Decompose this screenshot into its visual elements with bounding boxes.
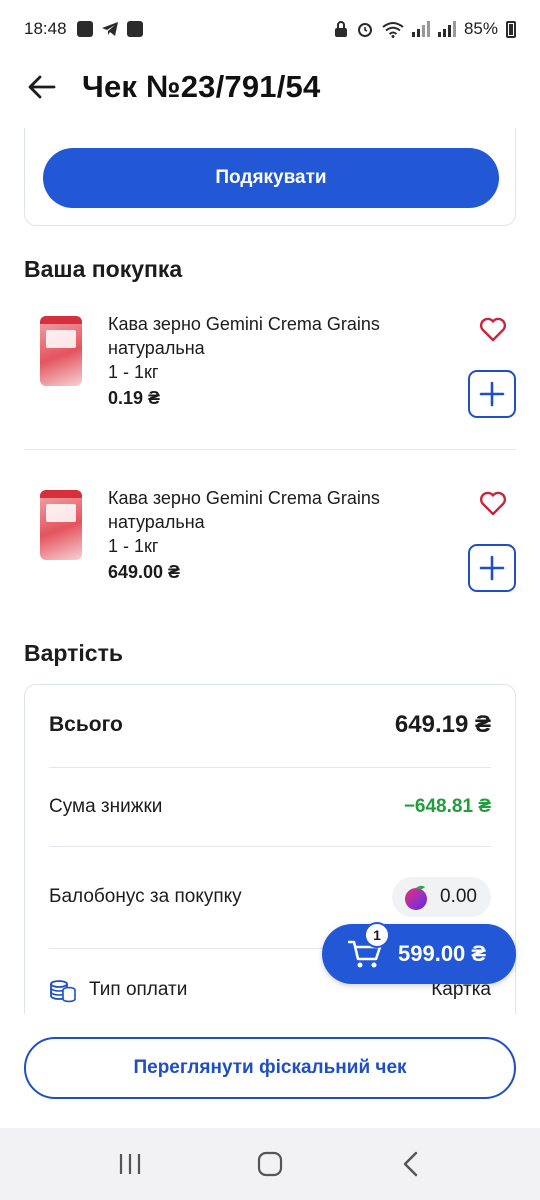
battery-percent: 85%	[463, 19, 498, 38]
product-item[interactable]: Кава зерно Gemini Crema Grains натуральн…	[24, 312, 516, 452]
checkbox-icon	[126, 21, 143, 37]
status-bar: 18:48 85%	[0, 0, 540, 58]
cart-count-badge: 1	[364, 922, 390, 948]
thank-button[interactable]: Подякувати	[43, 148, 499, 208]
cart-button[interactable]: 599.00 ₴	[322, 924, 516, 984]
bonus-row: Балобонус за покупку 0.00	[49, 873, 491, 921]
product-image	[40, 490, 82, 560]
bonus-label: Балобонус за покупку	[49, 886, 242, 907]
purchase-section-title: Ваша покупка	[24, 256, 183, 282]
signal-icon	[411, 21, 430, 37]
payment-label-group: Тип оплати	[49, 976, 187, 1004]
system-navigation-bar	[0, 1128, 540, 1200]
discount-row: Сума знижки −648.81 ₴	[49, 787, 491, 827]
product-quantity: 1 - 1кг	[108, 362, 159, 382]
back-icon[interactable]	[388, 1142, 432, 1186]
heart-icon[interactable]	[478, 488, 508, 518]
home-icon[interactable]	[248, 1142, 292, 1186]
total-label: Всього	[49, 713, 123, 736]
payment-label: Тип оплати	[89, 979, 188, 1000]
signal-icon-2	[437, 21, 456, 37]
bonus-badge: 0.00	[392, 877, 491, 917]
cost-section-title: Вартість	[24, 640, 123, 666]
alarm-icon	[357, 23, 372, 37]
total-row: Всього 649.19 ₴	[49, 705, 491, 745]
system-icons: 85%	[334, 19, 516, 39]
plus-icon	[479, 381, 505, 407]
battery-icon	[506, 20, 516, 38]
divider	[24, 449, 516, 450]
add-to-cart-button[interactable]	[468, 370, 516, 418]
product-quantity: 1 - 1кг	[108, 536, 159, 556]
bonus-value: 0.00	[440, 886, 477, 907]
status-time: 18:48	[24, 19, 67, 38]
product-item[interactable]: Кава зерно Gemini Crema Grains натуральн…	[24, 486, 516, 626]
plum-icon	[405, 885, 428, 910]
plus-icon	[479, 555, 505, 581]
divider	[49, 846, 491, 847]
back-arrow-icon[interactable]	[24, 69, 60, 105]
cart-total: 599.00 ₴	[398, 941, 487, 966]
image-icon	[76, 21, 93, 37]
receipt-content[interactable]: Подякувати Ваша покупка Кава зерно Gemin…	[0, 128, 540, 1014]
view-fiscal-receipt-button[interactable]: Переглянути фіскальний чек	[24, 1037, 516, 1099]
notification-icons	[76, 21, 143, 37]
heart-icon[interactable]	[478, 314, 508, 344]
product-name: Кава зерно Gemini Crema Grains натуральн…	[108, 488, 380, 532]
discount-label: Сума знижки	[49, 796, 163, 817]
product-name: Кава зерно Gemini Crema Grains натуральн…	[108, 314, 380, 358]
product-price: 0.19 ₴	[108, 388, 161, 408]
telegram-icon	[101, 22, 118, 36]
add-to-cart-button[interactable]	[468, 544, 516, 592]
product-image	[40, 316, 82, 386]
wifi-icon	[382, 21, 404, 38]
app-header: Чек №23/791/54	[0, 58, 540, 116]
page-title: Чек №23/791/54	[82, 69, 321, 104]
recents-icon[interactable]	[108, 1142, 152, 1186]
product-price: 649.00 ₴	[108, 562, 181, 582]
thank-card: Подякувати	[24, 128, 516, 226]
divider	[49, 767, 491, 768]
coins-icon	[50, 980, 76, 1003]
total-value: 649.19 ₴	[394, 711, 491, 738]
lock-icon	[334, 20, 347, 37]
discount-value: −648.81 ₴	[403, 796, 491, 817]
